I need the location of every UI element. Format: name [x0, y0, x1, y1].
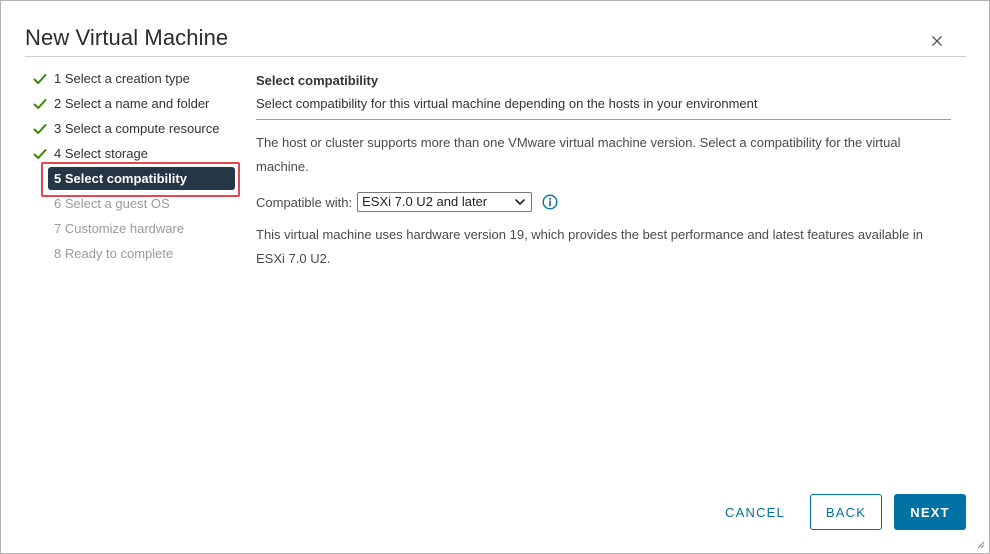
checkmark-icon	[33, 124, 47, 134]
step-ready-to-complete: 8 Ready to complete	[31, 241, 246, 266]
compatibility-select[interactable]: ESXi 7.0 U2 and later	[357, 192, 533, 212]
compatible-with-label: Compatible with:	[256, 194, 353, 210]
hardware-version-note: This virtual machine uses hardware versi…	[256, 227, 923, 266]
resize-grip-icon[interactable]	[975, 539, 985, 549]
section-description: Select compatibility for this virtual ma…	[256, 96, 758, 111]
close-button[interactable]	[927, 31, 947, 51]
step-customize-hardware: 7 Customize hardware	[31, 216, 246, 241]
next-button[interactable]: NEXT	[894, 494, 966, 530]
step-label: 5 Select compatibility	[54, 171, 187, 186]
dialog-title: New Virtual Machine	[25, 25, 229, 50]
step-label: 8 Ready to complete	[54, 246, 174, 261]
wizard-steps: 1 Select a creation type 2 Select a name…	[31, 66, 246, 266]
new-vm-dialog: New Virtual Machine 1 Select a creation …	[0, 0, 990, 554]
content-divider	[256, 119, 951, 120]
step-storage[interactable]: 4 Select storage	[31, 141, 246, 166]
step-label: 3 Select a compute resource	[54, 121, 220, 136]
step-name-and-folder[interactable]: 2 Select a name and folder	[31, 91, 246, 116]
cancel-button[interactable]: CANCEL	[716, 494, 794, 530]
close-icon	[932, 36, 942, 46]
step-content: Select compatibility Select compatibilit…	[256, 73, 951, 271]
info-icon[interactable]	[542, 194, 558, 210]
checkmark-icon	[33, 99, 47, 109]
chevron-down-icon	[515, 199, 525, 205]
step-compute-resource[interactable]: 3 Select a compute resource	[31, 116, 246, 141]
step-label: 7 Customize hardware	[54, 221, 185, 236]
compatibility-select-value: ESXi 7.0 U2 and later	[362, 194, 488, 209]
checkmark-icon	[33, 74, 47, 84]
step-compatibility[interactable]: 5 Select compatibility	[31, 166, 246, 191]
step-guest-os: 6 Select a guest OS	[31, 191, 246, 216]
checkmark-icon	[33, 149, 47, 159]
section-title: Select compatibility	[256, 73, 379, 88]
compatibility-row: Compatible with: ESXi 7.0 U2 and later	[256, 191, 951, 213]
step-label: 2 Select a name and folder	[54, 96, 210, 111]
step-creation-type[interactable]: 1 Select a creation type	[31, 66, 246, 91]
header-divider	[25, 56, 966, 57]
back-button[interactable]: BACK	[810, 494, 882, 530]
intro-text: The host or cluster supports more than o…	[256, 135, 901, 174]
step-label: 4 Select storage	[54, 146, 148, 161]
step-label: 6 Select a guest OS	[54, 196, 170, 211]
step-label: 1 Select a creation type	[54, 71, 190, 86]
